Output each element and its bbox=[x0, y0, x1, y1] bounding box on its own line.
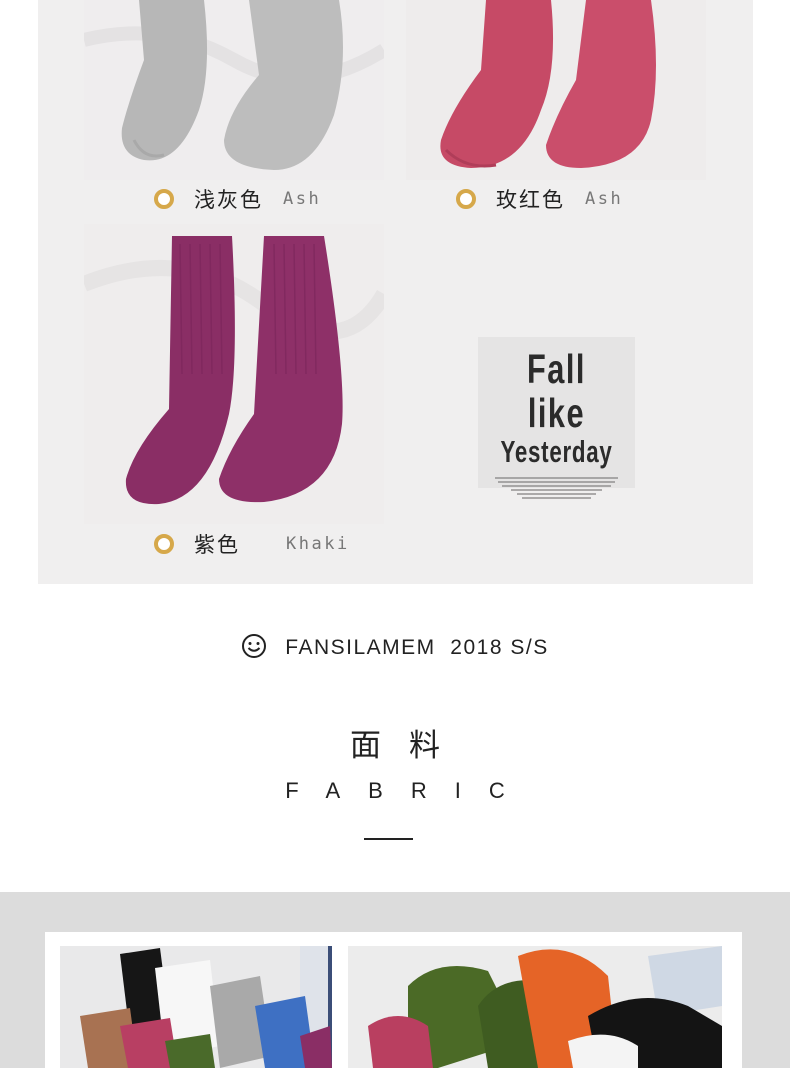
stacked-socks-photo bbox=[60, 946, 332, 1068]
section-title-cn: 面料 bbox=[350, 728, 468, 764]
fall-like-yesterday-card: Fall like Yesterday bbox=[478, 337, 635, 499]
product-caption-ash-grey: 浅灰色 Ash bbox=[154, 184, 321, 214]
fabric-photo-card bbox=[45, 932, 742, 1068]
fine-print-decoration bbox=[492, 477, 621, 499]
smiley-icon bbox=[241, 633, 267, 663]
brand-line: FANSILAMEM 2018 S/S bbox=[0, 633, 790, 663]
section-title-en: FABRIC bbox=[285, 778, 533, 803]
bullet-dot-icon bbox=[154, 534, 174, 554]
folded-socks-photo bbox=[348, 946, 722, 1068]
brand-text: FANSILAMEM 2018 S/S bbox=[285, 636, 549, 659]
purple-socks-photo bbox=[84, 224, 384, 524]
product-caption-purple: 紫色 Khaki bbox=[154, 529, 350, 559]
fall-card-title: Fall like bbox=[527, 346, 586, 436]
rose-red-socks-photo bbox=[406, 0, 706, 180]
product-name-cn: 浅灰色 bbox=[194, 188, 263, 212]
product-name-en: Khaki bbox=[286, 534, 350, 554]
product-name-cn: 玫红色 bbox=[496, 188, 565, 212]
product-name-en: Ash bbox=[585, 189, 624, 209]
grey-socks-photo bbox=[84, 0, 384, 180]
product-name-cn: 紫色 bbox=[194, 533, 240, 557]
bullet-dot-icon bbox=[154, 189, 174, 209]
product-caption-rose-red: 玫红色 Ash bbox=[456, 184, 623, 214]
fall-card-subtitle: Yesterday bbox=[500, 434, 613, 469]
product-name-en: Ash bbox=[283, 189, 322, 209]
bullet-dot-icon bbox=[456, 189, 476, 209]
section-divider bbox=[364, 838, 413, 840]
